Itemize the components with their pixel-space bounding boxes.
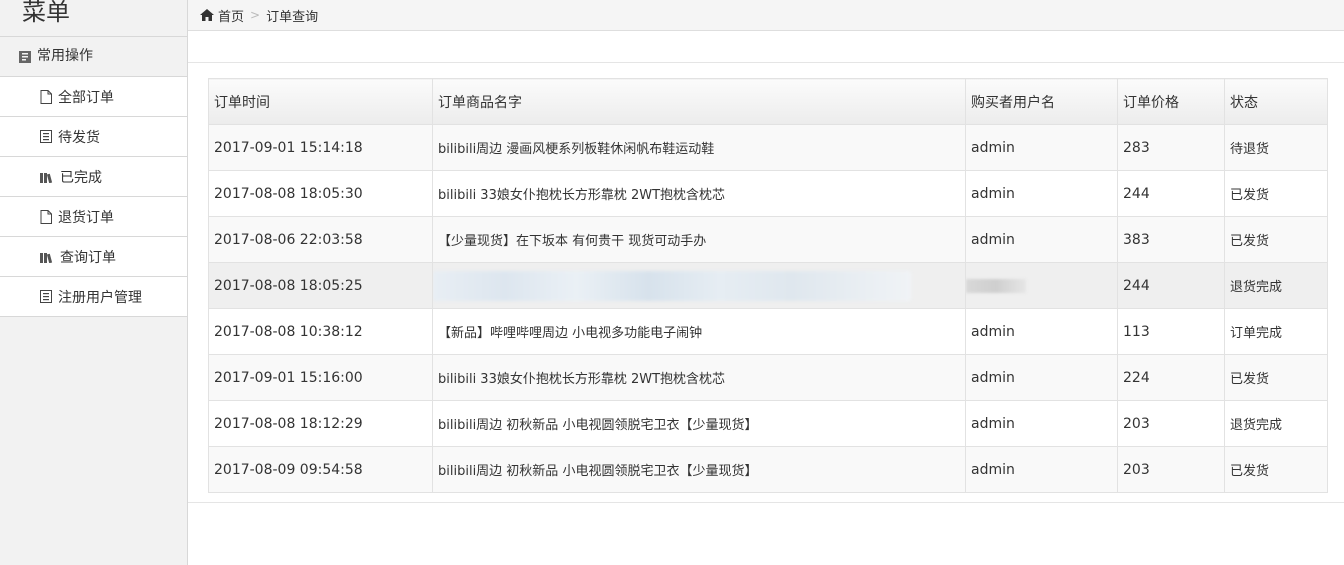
table-row[interactable]: 2017-08-08 18:12:29 bilibili周边 初秋新品 小电视圆… [208,400,1328,447]
cell-time: 2017-08-06 22:03:58 [208,216,433,263]
cell-price: 383 [1117,216,1225,263]
cell-status: 退货完成 [1224,262,1328,309]
cell-status: 已发货 [1224,216,1328,263]
column-header-time[interactable]: 订单时间 [208,78,433,125]
cell-user: admin [965,446,1118,493]
sidebar-title: 菜单 [0,0,187,37]
cell-product: 【新品】哔哩哔哩周边 小电视多功能电子闹钟 [432,308,966,355]
sidebar: 菜单 常用操作 全部订单 待发货 已完成 退货订单 查询订单 注册用户管理 [0,0,188,565]
column-header-product[interactable]: 订单商品名字 [432,78,966,125]
cell-user: admin [965,308,1118,355]
cell-time: 2017-08-08 18:05:25 [208,262,433,309]
breadcrumb-separator-icon: > [250,8,261,22]
home-icon [200,9,214,21]
sidebar-item-label: 待发货 [58,129,100,146]
cell-product: bilibili周边 初秋新品 小电视圆领脱宅卫衣【少量现货】 [432,400,966,447]
cell-status: 退货完成 [1224,400,1328,447]
cell-price: 203 [1117,400,1225,447]
column-header-price[interactable]: 订单价格 [1117,78,1225,125]
sidebar-section-label: 常用操作 [37,48,93,64]
cell-time: 2017-08-09 09:54:58 [208,446,433,493]
sidebar-item-completed[interactable]: 已完成 [0,157,187,197]
redacted-block [433,270,911,301]
column-header-status[interactable]: 状态 [1224,78,1328,125]
cell-status: 已发货 [1224,170,1328,217]
breadcrumb-home[interactable]: 首页 [200,6,244,25]
breadcrumb-current: 订单查询 [266,9,319,25]
table-row[interactable]: 2017-08-09 09:54:58 bilibili周边 初秋新品 小电视圆… [208,446,1328,493]
cell-user: admin [965,124,1118,171]
sidebar-item-return-orders[interactable]: 退货订单 [0,197,187,237]
sidebar-item-all-orders[interactable]: 全部订单 [0,77,187,117]
breadcrumb-home-label: 首页 [218,9,245,25]
cell-price: 244 [1117,262,1225,309]
sidebar-item-user-management[interactable]: 注册用户管理 [0,277,187,317]
sidebar-item-label: 全部订单 [58,89,114,106]
cell-price: 203 [1117,446,1225,493]
orders-table: 订单时间 订单商品名字 购买者用户名 订单价格 状态 2017-09-01 15… [208,78,1328,493]
table-row[interactable]: 2017-09-01 15:14:18 bilibili周边 漫画风梗系列板鞋休… [208,124,1328,171]
sidebar-item-label: 注册用户管理 [58,289,142,306]
cell-status: 订单完成 [1224,308,1328,355]
cell-price: 224 [1117,354,1225,401]
table-header-row: 订单时间 订单商品名字 购买者用户名 订单价格 状态 [208,78,1328,125]
cell-product: bilibili 33娘女仆抱枕长方形靠枕 2WT抱枕含枕芯 [432,354,966,401]
divider [188,62,1344,63]
cell-product: 【少量现货】在下坂本 有何贵干 现货可动手办 [432,216,966,263]
list-icon [40,290,52,303]
cell-user: admin [965,216,1118,263]
table-row[interactable]: 2017-08-06 22:03:58 【少量现货】在下坂本 有何贵干 现货可动… [208,216,1328,263]
cell-product-redacted [432,262,966,309]
cell-status: 已发货 [1224,446,1328,493]
sidebar-section-common[interactable]: 常用操作 [0,37,187,77]
table-row[interactable]: 2017-08-08 10:38:12 【新品】哔哩哔哩周边 小电视多功能电子闹… [208,308,1328,355]
file-icon [40,89,52,104]
books-icon [40,251,54,263]
table-row[interactable]: 2017-08-08 18:05:30 bilibili 33娘女仆抱枕长方形靠… [208,170,1328,217]
list-icon [40,130,52,143]
cell-price: 283 [1117,124,1225,171]
column-header-user[interactable]: 购买者用户名 [965,78,1118,125]
cell-status: 已发货 [1224,354,1328,401]
cell-product: bilibili周边 漫画风梗系列板鞋休闲帆布鞋运动鞋 [432,124,966,171]
cell-price: 244 [1117,170,1225,217]
cell-time: 2017-08-08 10:38:12 [208,308,433,355]
cell-product: bilibili 33娘女仆抱枕长方形靠枕 2WT抱枕含枕芯 [432,170,966,217]
cell-product: bilibili周边 初秋新品 小电视圆领脱宅卫衣【少量现货】 [432,446,966,493]
file-icon [40,209,52,224]
sidebar-item-label: 已完成 [60,169,102,186]
main-content: 订单时间 订单商品名字 购买者用户名 订单价格 状态 2017-09-01 15… [188,32,1344,565]
cell-time: 2017-08-08 18:12:29 [208,400,433,447]
table-row[interactable]: 2017-08-08 18:05:25 244 退货完成 [208,262,1328,309]
sidebar-item-label: 查询订单 [60,249,116,266]
sidebar-item-pending-ship[interactable]: 待发货 [0,117,187,157]
breadcrumb: 首页 > 订单查询 [188,0,1344,31]
cell-user-redacted [965,262,1118,309]
sidebar-item-label: 退货订单 [58,209,114,226]
cell-user: admin [965,354,1118,401]
table-row[interactable]: 2017-09-01 15:16:00 bilibili 33娘女仆抱枕长方形靠… [208,354,1328,401]
sidebar-item-query-orders[interactable]: 查询订单 [0,237,187,277]
cell-user: admin [965,170,1118,217]
books-icon [40,171,54,183]
cell-status: 待退货 [1224,124,1328,171]
redacted-block [966,278,1026,293]
divider [188,502,1344,503]
cell-price: 113 [1117,308,1225,355]
cell-time: 2017-09-01 15:14:18 [208,124,433,171]
book-icon [18,50,32,64]
cell-time: 2017-09-01 15:16:00 [208,354,433,401]
cell-user: admin [965,400,1118,447]
cell-time: 2017-08-08 18:05:30 [208,170,433,217]
